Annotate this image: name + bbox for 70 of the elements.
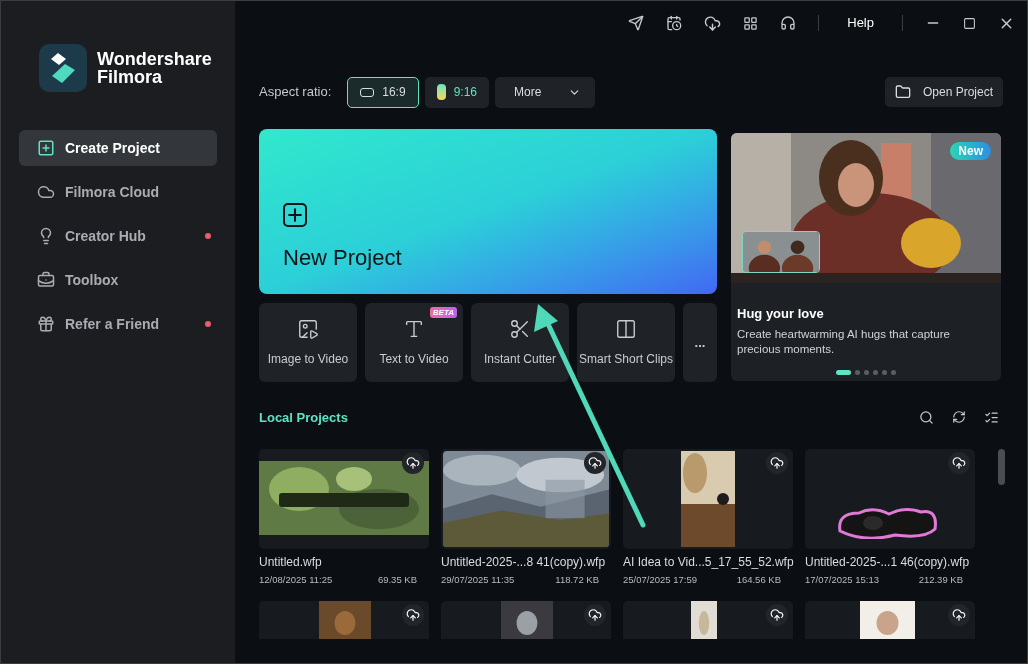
project-size: 212.39 KB (918, 572, 963, 587)
logo-icon (39, 44, 87, 92)
project-date: 12/08/2025 11:25 (259, 572, 333, 587)
upload-icon[interactable] (766, 603, 788, 626)
promo-description: Create heartwarming AI hugs that capture precious moments. (737, 326, 951, 357)
gift-icon (37, 315, 55, 333)
project-size: 118.72 KB (555, 572, 599, 587)
project-name: Untitled-2025-...8 41(copy).wfp (441, 553, 607, 571)
project-date: 17/07/2025 15:13 (805, 572, 879, 587)
project-thumbnail[interactable] (259, 448, 429, 549)
upload-icon[interactable] (948, 451, 970, 474)
search-icon[interactable] (919, 410, 934, 426)
beta-badge: BETA (429, 307, 457, 318)
project-thumbnail[interactable] (623, 448, 793, 549)
open-project-button[interactable]: Open Project (884, 77, 1003, 107)
more-dropdown[interactable]: More (495, 76, 595, 108)
upload-icon[interactable] (584, 603, 606, 626)
project-thumbnail[interactable] (805, 448, 975, 549)
sidebar-item[interactable]: Create Project (19, 130, 217, 166)
maximize-icon[interactable] (963, 16, 976, 30)
brand-name: Wondershare (97, 50, 212, 68)
portrait-icon (436, 84, 446, 100)
grid-icon[interactable] (743, 15, 759, 31)
sidebar-item[interactable]: Filmora Cloud (19, 174, 217, 210)
project-date: 29/07/2025 11:35 (441, 572, 515, 587)
project-date: 25/07/2025 17:59 (623, 572, 697, 587)
aspect-ratio-option[interactable]: 16:9 (347, 76, 419, 108)
sidebar-item[interactable]: Toolbox (19, 262, 217, 298)
aspect-ratio-option[interactable]: 9:16 (424, 76, 489, 108)
project-thumbnail[interactable] (259, 600, 429, 639)
project-size: 69.35 KB (377, 572, 417, 587)
sidebar-item[interactable]: Refer a Friend (19, 306, 217, 342)
tool-card[interactable]: BETA Text to Video (365, 303, 463, 382)
project-size: 164.56 KB (736, 572, 781, 587)
aspect-ratio-label: Aspect ratio: (259, 83, 332, 102)
upload-icon[interactable] (766, 451, 788, 474)
sidebar-item[interactable]: Creator Hub (19, 218, 217, 254)
upload-icon[interactable] (402, 451, 424, 474)
list-view-icon[interactable] (984, 410, 999, 426)
project-thumbnail[interactable] (623, 600, 793, 639)
tool-card[interactable]: Smart Short Clips (577, 303, 675, 382)
project-thumbnail[interactable] (805, 600, 975, 639)
upload-icon[interactable] (402, 603, 424, 626)
project-name: Untitled.wfp (259, 553, 323, 571)
calendar-icon[interactable] (666, 15, 683, 31)
new-project-card[interactable]: New Project (259, 129, 717, 294)
project-thumbnail[interactable] (441, 600, 611, 639)
plus-icon (283, 203, 307, 227)
send-icon[interactable] (628, 15, 645, 31)
section-title: Local Projects (259, 409, 349, 427)
refresh-icon[interactable] (952, 410, 966, 425)
cloud-icon (37, 183, 55, 201)
headset-icon[interactable] (780, 15, 797, 31)
project-name: AI Idea to Vid...5_17_55_52.wfp (623, 553, 793, 571)
brand-name: Filmora (97, 68, 163, 86)
upload-icon[interactable] (948, 603, 970, 626)
create-icon (37, 139, 55, 157)
scissors-icon (509, 317, 531, 340)
tool-card[interactable]: Instant Cutter (471, 303, 569, 382)
toolbox-icon (37, 271, 55, 289)
promo-title: Hug your love (737, 305, 825, 323)
scrollbar[interactable] (998, 448, 1005, 485)
cloud-icon[interactable] (704, 14, 722, 32)
help-button[interactable]: Help (841, 13, 880, 33)
image-video-icon (297, 317, 319, 340)
folder-icon (894, 84, 911, 100)
tool-card[interactable]: Image to Video (259, 303, 357, 382)
landscape-icon (360, 87, 375, 97)
project-name: Untitled-2025-...1 46(copy).wfp (805, 553, 971, 571)
more-tools-button[interactable]: ... (683, 303, 717, 382)
